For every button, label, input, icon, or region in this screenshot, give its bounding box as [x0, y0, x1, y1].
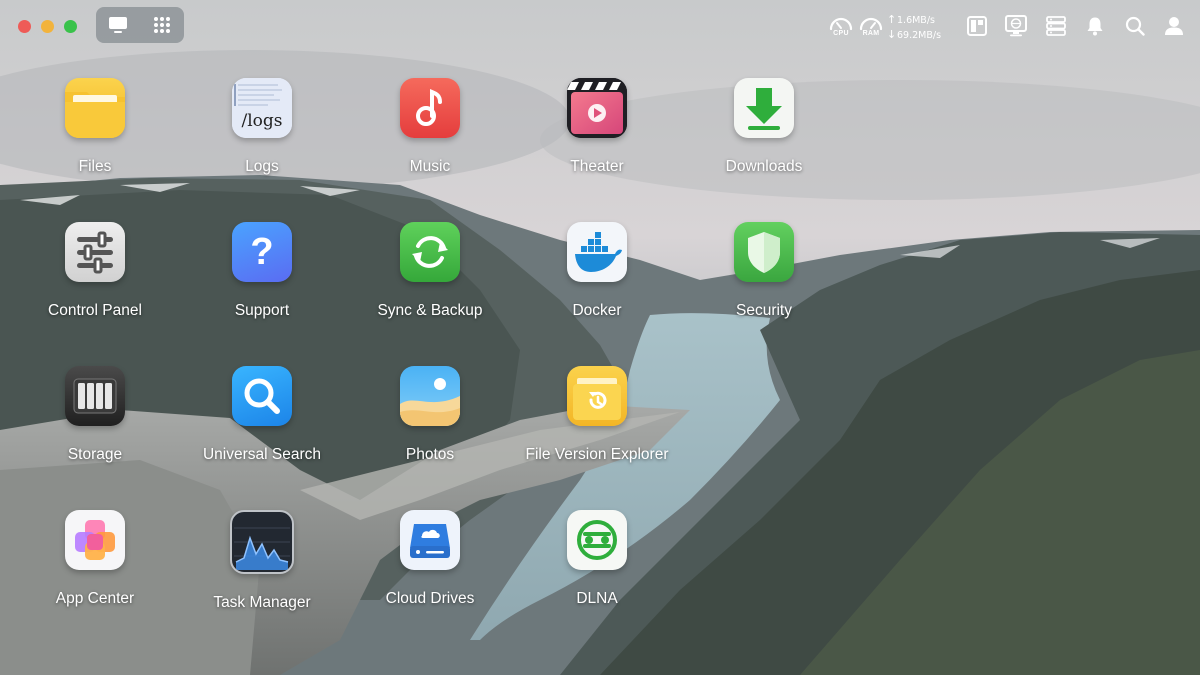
- search-button[interactable]: [1124, 15, 1146, 37]
- dlna-icon: [567, 510, 627, 570]
- support-icon-text: ?: [250, 230, 274, 273]
- app-label: Theater: [570, 158, 624, 175]
- server-icon: [1046, 16, 1066, 36]
- app-music[interactable]: Music: [350, 78, 510, 176]
- app-label: App Center: [55, 590, 135, 607]
- storage-drives-icon: [65, 366, 125, 426]
- logs-icon: /logs: [232, 78, 292, 138]
- download-arrow-icon: ↓: [887, 28, 897, 41]
- cpu-gauge-icon: [829, 17, 853, 31]
- app-docker[interactable]: Docker: [517, 222, 677, 320]
- music-note-icon: [400, 78, 460, 138]
- activity-graph-icon: [230, 510, 294, 574]
- globe-monitor-icon: [1005, 15, 1027, 37]
- clapperboard-icon: [567, 78, 627, 138]
- app-label: Support: [234, 302, 290, 319]
- app-label: Docker: [572, 302, 622, 319]
- logs-icon-text: /logs: [241, 111, 282, 131]
- app-center-icon: [65, 510, 125, 570]
- app-security[interactable]: Security: [684, 222, 844, 320]
- upload-speed: 1.6MB/s: [897, 15, 935, 26]
- docker-whale-icon: [567, 222, 627, 282]
- app-label: Downloads: [725, 158, 803, 175]
- app-downloads[interactable]: Downloads: [684, 78, 844, 176]
- app-label: Universal Search: [202, 446, 322, 463]
- folder-icon: [65, 78, 125, 138]
- app-logs[interactable]: /logs Logs: [182, 78, 342, 176]
- app-label: Music: [409, 158, 451, 175]
- network-speed[interactable]: ↑1.6MB/s ↓69.2MB/s: [887, 13, 941, 43]
- window-close-button[interactable]: [18, 20, 31, 33]
- app-label: File Version Explorer: [525, 446, 669, 463]
- widgets-button[interactable]: [966, 15, 988, 37]
- notifications-button[interactable]: [1084, 15, 1106, 37]
- download-speed: 69.2MB/s: [897, 30, 942, 41]
- question-mark-icon: ?: [232, 222, 292, 282]
- user-account-button[interactable]: [1163, 15, 1185, 37]
- photo-landscape-icon: [400, 366, 460, 426]
- monitor-icon: [109, 17, 127, 33]
- app-label: Security: [736, 302, 792, 319]
- desktop-view-button[interactable]: [102, 11, 134, 39]
- sliders-icon: [65, 222, 125, 282]
- shield-icon: [734, 222, 794, 282]
- window-maximize-button[interactable]: [64, 20, 77, 33]
- app-cloud-drives[interactable]: Cloud Drives: [350, 510, 510, 608]
- status-area: CPU RAM ↑1.6MB/s ↓69.2MB/s: [800, 0, 1200, 52]
- cpu-gauge[interactable]: CPU: [828, 15, 854, 37]
- download-arrow-icon: [734, 78, 794, 138]
- version-folder-icon: [567, 366, 627, 426]
- cloud-drive-icon: [400, 510, 460, 570]
- upload-arrow-icon: ↑: [887, 13, 897, 26]
- user-icon: [1165, 17, 1183, 35]
- remote-desktop-button[interactable]: [1005, 15, 1027, 37]
- sync-icon: [400, 222, 460, 282]
- app-theater[interactable]: Theater: [517, 78, 677, 176]
- app-dlna[interactable]: DLNA: [517, 510, 677, 608]
- app-sync-backup[interactable]: Sync & Backup: [350, 222, 510, 320]
- ram-gauge-label: RAM: [862, 30, 880, 37]
- app-label: Control Panel: [48, 302, 142, 319]
- app-universal-search[interactable]: Universal Search: [182, 366, 342, 464]
- app-photos[interactable]: Photos: [350, 366, 510, 464]
- app-file-version-explorer[interactable]: File Version Explorer: [517, 366, 677, 464]
- cpu-gauge-label: CPU: [833, 30, 849, 37]
- magnifier-icon: [232, 366, 292, 426]
- server-status-button[interactable]: [1045, 15, 1067, 37]
- app-label: Task Manager: [213, 594, 311, 611]
- window-minimize-button[interactable]: [41, 20, 54, 33]
- app-app-center[interactable]: App Center: [15, 510, 175, 608]
- app-label: Cloud Drives: [385, 590, 475, 607]
- widgets-icon: [967, 16, 987, 36]
- ram-gauge-icon: [859, 17, 883, 31]
- app-label: Photos: [405, 446, 455, 463]
- app-label: Sync & Backup: [377, 302, 483, 319]
- app-grid-button[interactable]: [146, 11, 178, 39]
- grid-dots-icon: [154, 17, 170, 33]
- view-switcher: [96, 7, 184, 43]
- ram-gauge[interactable]: RAM: [858, 15, 884, 37]
- app-support[interactable]: ? Support: [182, 222, 342, 320]
- bell-icon: [1087, 17, 1103, 36]
- app-label: DLNA: [576, 590, 618, 607]
- app-task-manager[interactable]: Task Manager: [182, 510, 342, 612]
- app-label: Storage: [67, 446, 123, 463]
- app-label: Files: [78, 158, 112, 175]
- app-storage[interactable]: Storage: [15, 366, 175, 464]
- search-icon: [1125, 16, 1145, 36]
- app-label: Logs: [245, 158, 279, 175]
- app-control-panel[interactable]: Control Panel: [15, 222, 175, 320]
- app-files[interactable]: Files: [15, 78, 175, 176]
